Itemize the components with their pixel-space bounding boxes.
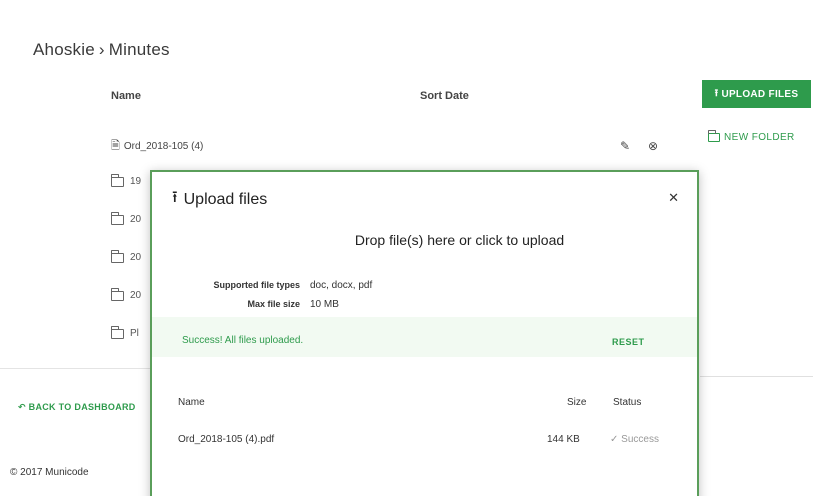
upload-file-status: ✓ Success (610, 434, 659, 445)
back-to-dashboard-label: BACK TO DASHBOARD (28, 402, 136, 412)
new-folder-button[interactable]: NEW FOLDER (707, 130, 795, 143)
folder-row[interactable]: 20 (110, 287, 142, 301)
close-icon[interactable]: ✕ (668, 190, 679, 206)
upload-files-button[interactable]: ⭱ UPLOAD FILES (702, 80, 811, 108)
modal-title-text: Upload files (183, 190, 268, 208)
supported-types-value: doc, docx, pdf (310, 280, 373, 291)
folder-name: 20 (130, 290, 142, 301)
upload-files-modal: ⭱ Upload files ✕ Drop file(s) here or cl… (150, 170, 699, 496)
folder-icon (110, 211, 124, 225)
folder-icon (110, 325, 124, 339)
new-folder-label: NEW FOLDER (724, 132, 795, 143)
pdf-file-icon: 🗎 (111, 140, 120, 152)
reset-button[interactable]: RESET (612, 337, 645, 347)
upload-status-header: Status (613, 397, 642, 408)
back-to-dashboard-link[interactable]: ↶ BACK TO DASHBOARD (18, 402, 136, 413)
upload-status-text: Success (621, 434, 659, 445)
upload-file-size: 144 KB (547, 434, 580, 445)
folder-name: Pl (130, 328, 139, 339)
upload-icon: ⭱ (714, 87, 719, 99)
max-file-size-label: Max file size (247, 299, 300, 309)
file-name: Ord_2018-105 (4) (123, 141, 204, 152)
folder-row[interactable]: Pl (110, 325, 139, 339)
sort-date-column-header[interactable]: Sort Date (420, 90, 469, 102)
divider (0, 368, 150, 369)
divider (700, 376, 813, 377)
delete-icon[interactable]: ⊗ (648, 139, 658, 153)
folder-row[interactable]: 20 (110, 211, 142, 225)
folder-icon (110, 287, 124, 301)
copyright: © 2017 Municode (10, 467, 89, 478)
upload-icon: ⭱ (172, 189, 178, 206)
upload-files-label: UPLOAD FILES (721, 88, 799, 100)
folder-name: 20 (130, 214, 142, 225)
breadcrumb-parent[interactable]: Ahoskie (33, 40, 95, 59)
drop-zone[interactable]: Drop file(s) here or click to upload (152, 232, 697, 248)
file-row[interactable]: 🗎 Ord_2018-105 (4) (111, 137, 203, 156)
supported-types-label: Supported file types (213, 280, 300, 290)
max-file-size-value: 10 MB (310, 299, 339, 310)
edit-icon[interactable]: ✎ (620, 139, 630, 153)
success-message: Success! All files uploaded. (182, 335, 304, 346)
back-arrow-icon: ↶ (18, 402, 26, 412)
folder-icon (110, 173, 124, 187)
upload-size-header: Size (567, 397, 587, 408)
folder-row[interactable]: 19 (110, 173, 142, 187)
upload-name-header: Name (178, 397, 205, 408)
name-column-header[interactable]: Name (111, 90, 141, 102)
folder-row[interactable]: 20 (110, 249, 142, 263)
upload-file-name: Ord_2018-105 (4).pdf (178, 434, 275, 445)
folder-icon (707, 130, 720, 142)
breadcrumb: Ahoskie › Minutes (33, 40, 170, 60)
breadcrumb-current: Minutes (108, 40, 170, 59)
check-icon: ✓ (610, 434, 619, 445)
folder-icon (110, 249, 124, 263)
folder-name: 20 (130, 252, 142, 263)
modal-title: ⭱ Upload files (172, 186, 267, 213)
breadcrumb-separator: › (98, 40, 105, 59)
folder-name: 19 (130, 176, 142, 187)
